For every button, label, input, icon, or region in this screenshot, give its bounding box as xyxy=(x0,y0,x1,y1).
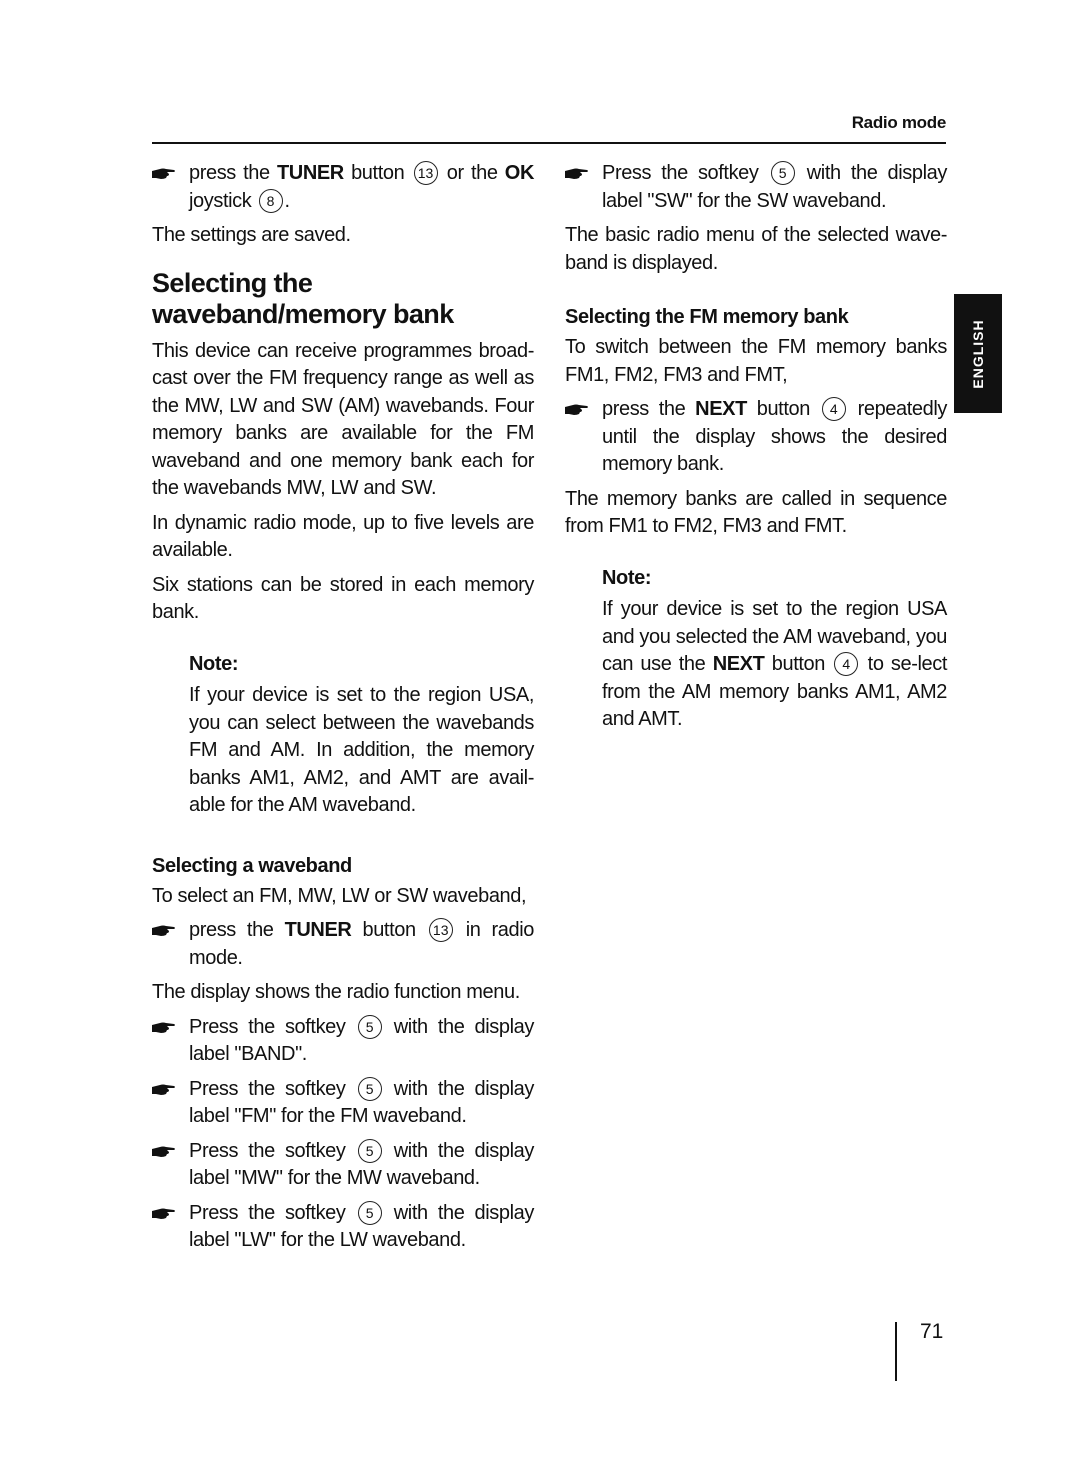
callout-number: 5 xyxy=(357,1138,382,1163)
left-column: press the TUNER button 13 or the OK joys… xyxy=(152,160,534,1262)
text: button xyxy=(764,653,833,675)
section-heading: Selecting the waveband/memory bank xyxy=(152,267,454,329)
pointing-hand-icon xyxy=(152,1084,176,1096)
header-divider xyxy=(152,142,946,144)
text: button xyxy=(746,398,820,420)
callout-number: 5 xyxy=(357,1200,382,1225)
paragraph: The memory banks are called in sequence … xyxy=(565,487,947,538)
note-title: Note: xyxy=(189,652,239,675)
text: button xyxy=(343,162,412,184)
language-tab-label: ENGLISH xyxy=(970,318,986,389)
pointing-hand-icon xyxy=(565,404,589,416)
note-box: Note: If your device is set to the regio… xyxy=(152,651,534,820)
list-item: Press the softkey 5 with the display lab… xyxy=(152,1076,534,1131)
note-text: If your device is set to the region USA,… xyxy=(189,684,534,816)
subheading: Selecting a waveband xyxy=(152,854,352,877)
pointing-hand-icon xyxy=(152,168,176,180)
paragraph: In dynamic radio mode, up to five levels… xyxy=(152,511,534,562)
language-tab: ENGLISH xyxy=(954,294,1002,413)
list-item: Press the softkey 5 with the display lab… xyxy=(152,1014,534,1069)
section-title: Radio mode xyxy=(851,113,947,132)
list-item: press the TUNER button 13 in radio mode. xyxy=(152,917,534,972)
pointing-hand-icon xyxy=(152,1208,176,1220)
note-box: Note: If your device is set to the regio… xyxy=(565,565,947,734)
paragraph: This device can receive programmes broad… xyxy=(152,339,534,500)
text: press the xyxy=(602,398,696,420)
button-name: OK xyxy=(504,162,535,184)
note-text: If your device is set to the region USA … xyxy=(602,596,947,734)
text: Press the softkey xyxy=(189,1201,356,1224)
callout-number: 5 xyxy=(357,1076,382,1101)
text: joystick xyxy=(189,189,257,212)
list-item: Press the softkey 5 with the display lab… xyxy=(152,1138,534,1193)
text: Press the softkey xyxy=(189,1139,356,1162)
pointing-hand-icon xyxy=(152,1022,176,1034)
paragraph: Six stations can be stored in each memor… xyxy=(152,573,534,624)
list-item: Press the softkey 5 with the display lab… xyxy=(565,160,947,215)
button-name: TUNER xyxy=(284,919,352,941)
text: press the xyxy=(189,162,277,184)
callout-number: 4 xyxy=(834,652,859,676)
subheading: Selecting the FM memory bank xyxy=(565,306,849,328)
text: or the xyxy=(439,162,505,184)
list-item: Press the softkey 5 with the display lab… xyxy=(152,1200,534,1255)
text: . xyxy=(284,189,291,212)
button-name: TUNER xyxy=(276,162,344,184)
callout-number: 5 xyxy=(770,161,795,185)
callout-number: 8 xyxy=(258,188,283,213)
button-name: NEXT xyxy=(712,653,765,675)
pointing-hand-icon xyxy=(152,925,176,937)
list-item: press the TUNER button 13 or the OK joys… xyxy=(152,160,534,215)
text: button xyxy=(351,919,427,941)
paragraph: The basic radio menu of the selected wav… xyxy=(565,224,947,274)
page-number-divider xyxy=(895,1322,897,1381)
paragraph: The display shows the radio function men… xyxy=(152,981,520,1003)
callout-number: 4 xyxy=(821,397,846,421)
paragraph: The settings are saved. xyxy=(152,224,351,246)
callout-number: 13 xyxy=(428,918,453,942)
text: press the xyxy=(189,919,285,941)
page-number: 71 xyxy=(920,1320,944,1343)
callout-number: 5 xyxy=(357,1014,382,1039)
text: Press the softkey xyxy=(189,1015,356,1038)
paragraph: To switch between the FM memory banks FM… xyxy=(565,336,947,386)
button-name: NEXT xyxy=(695,398,747,420)
text: Press the softkey xyxy=(602,162,769,184)
pointing-hand-icon xyxy=(152,1146,176,1158)
text: Press the softkey xyxy=(189,1077,356,1100)
paragraph: To select an FM, MW, LW or SW waveband, xyxy=(152,884,527,907)
note-title: Note: xyxy=(602,566,652,589)
pointing-hand-icon xyxy=(565,168,589,180)
callout-number: 13 xyxy=(413,161,438,185)
list-item: press the NEXT button 4 repeatedly until… xyxy=(565,396,947,479)
right-column: Press the softkey 5 with the display lab… xyxy=(565,160,947,741)
